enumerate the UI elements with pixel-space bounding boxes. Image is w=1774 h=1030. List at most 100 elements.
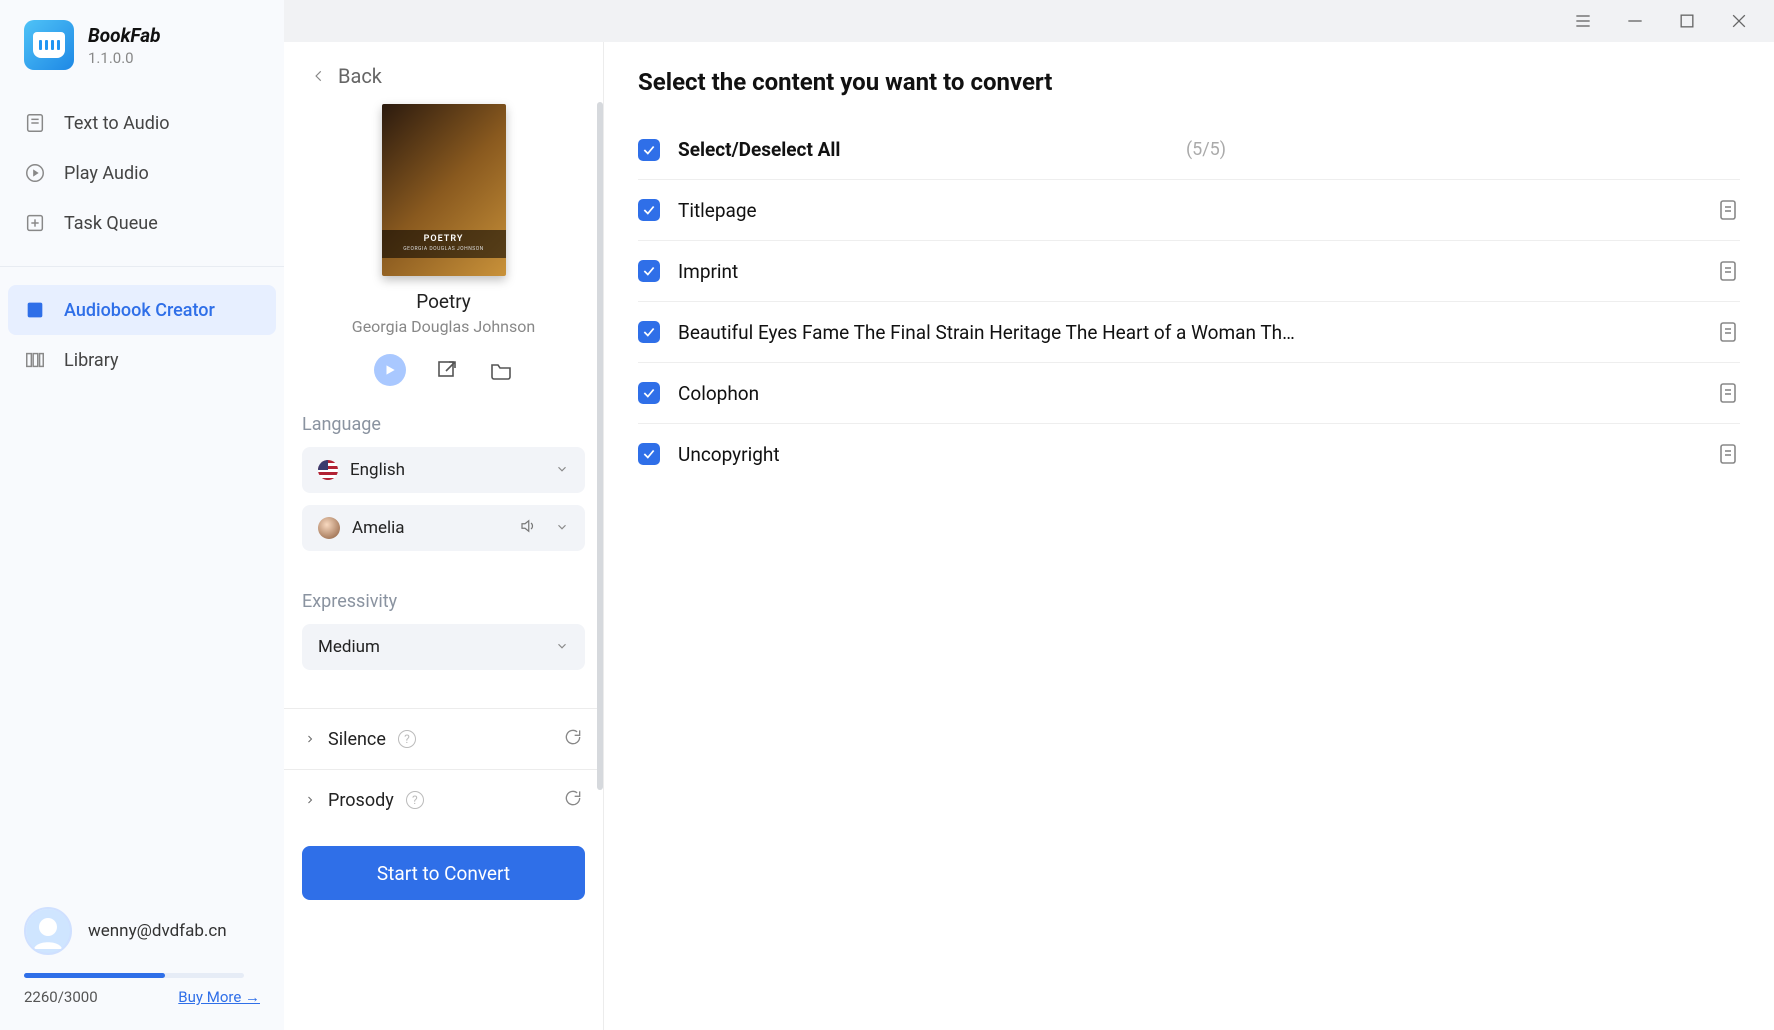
document-icon[interactable]: [1716, 198, 1740, 222]
close-icon[interactable]: [1726, 8, 1752, 34]
start-convert-button[interactable]: Start to Convert: [302, 846, 585, 900]
back-button[interactable]: Back: [284, 64, 603, 96]
nav-text-to-audio[interactable]: Text to Audio: [8, 98, 276, 148]
nav-audiobook-creator[interactable]: Audiobook Creator: [8, 285, 276, 335]
expressivity-value: Medium: [318, 637, 543, 657]
nav-library[interactable]: Library: [8, 335, 276, 385]
expressivity-label: Expressivity: [302, 591, 585, 612]
content-row[interactable]: Beautiful Eyes Fame The Final Strain Her…: [638, 302, 1740, 363]
nav-label: Play Audio: [64, 163, 149, 184]
chapter-label: Colophon: [678, 382, 1698, 405]
cover-text: POETRY: [384, 234, 504, 244]
content-row[interactable]: Titlepage: [638, 180, 1740, 241]
nav-task-queue[interactable]: Task Queue: [8, 198, 276, 248]
checkbox[interactable]: [638, 260, 660, 282]
titlebar: [284, 0, 1774, 42]
silence-label: Silence: [328, 729, 386, 750]
chevron-left-icon: [312, 69, 326, 83]
checkbox[interactable]: [638, 321, 660, 343]
checkbox-select-all[interactable]: [638, 139, 660, 161]
help-icon[interactable]: ?: [398, 730, 416, 748]
cover-subtext: GEORGIA DOUGLAS JOHNSON: [384, 246, 504, 252]
prosody-label: Prosody: [328, 790, 394, 811]
nav-list: Text to Audio Play Audio Task Queue: [0, 98, 284, 248]
voice-avatar-icon: [318, 517, 340, 539]
prosody-row[interactable]: Prosody ?: [284, 770, 603, 830]
nav-list-2: Audiobook Creator Library: [0, 285, 284, 385]
refresh-icon[interactable]: [563, 788, 583, 812]
book-author: Georgia Douglas Johnson: [352, 317, 535, 336]
content-row[interactable]: Imprint: [638, 241, 1740, 302]
select-count: (5/5): [1186, 139, 1226, 160]
app-version: 1.1.0.0: [88, 49, 160, 67]
buy-more-link[interactable]: Buy More →: [178, 988, 260, 1006]
content-row[interactable]: Uncopyright: [638, 424, 1740, 484]
chapter-label: Imprint: [678, 260, 1698, 283]
library-icon: [24, 349, 46, 371]
language-dropdown[interactable]: English: [302, 447, 585, 493]
content-row[interactable]: Colophon: [638, 363, 1740, 424]
advanced-options: Silence ? Prosody ?: [284, 708, 603, 830]
app-name: BookFab: [88, 24, 160, 47]
voice-value: Amelia: [352, 518, 507, 538]
document-icon: [24, 112, 46, 134]
voice-dropdown[interactable]: Amelia: [302, 505, 585, 551]
chevron-right-icon: [304, 730, 316, 749]
us-flag-icon: [318, 460, 338, 480]
menu-icon[interactable]: [1570, 8, 1596, 34]
settings-panel: Back POETRY GEORGIA DOUGLAS JOHNSON Poet…: [284, 42, 604, 1030]
preview-play-button[interactable]: [374, 354, 406, 386]
convert-label: Start to Convert: [377, 862, 510, 885]
expressivity-dropdown[interactable]: Medium: [302, 624, 585, 670]
document-icon[interactable]: [1716, 442, 1740, 466]
chevron-right-icon: [304, 791, 316, 810]
open-external-icon[interactable]: [434, 357, 460, 383]
main: Back POETRY GEORGIA DOUGLAS JOHNSON Poet…: [284, 0, 1774, 1030]
book-icon: [24, 299, 46, 321]
sidebar-bottom: wenny@dvdfab.cn 2260/3000 Buy More →: [0, 887, 284, 1030]
maximize-icon[interactable]: [1674, 8, 1700, 34]
book-cover: POETRY GEORGIA DOUGLAS JOHNSON: [382, 104, 506, 276]
chapter-label: Uncopyright: [678, 443, 1698, 466]
play-circle-icon: [24, 162, 46, 184]
app-logo-icon: [24, 20, 74, 70]
expressivity-section: Expressivity Medium: [284, 591, 603, 682]
refresh-icon[interactable]: [563, 727, 583, 751]
document-icon[interactable]: [1716, 259, 1740, 283]
help-icon[interactable]: ?: [406, 791, 424, 809]
select-all-row[interactable]: Select/Deselect All (5/5): [638, 120, 1740, 180]
nav-label: Audiobook Creator: [64, 300, 215, 321]
language-value: English: [350, 460, 543, 480]
logo-area: BookFab 1.1.0.0: [0, 0, 284, 98]
checkbox[interactable]: [638, 382, 660, 404]
document-icon[interactable]: [1716, 320, 1740, 344]
usage-text: 2260/3000: [24, 988, 98, 1006]
content: Back POETRY GEORGIA DOUGLAS JOHNSON Poet…: [284, 42, 1774, 1030]
chevron-down-icon: [555, 519, 569, 538]
queue-icon: [24, 212, 46, 234]
checkbox[interactable]: [638, 199, 660, 221]
select-all-label: Select/Deselect All: [678, 138, 1174, 161]
content-title: Select the content you want to convert: [638, 68, 1740, 96]
user-email: wenny@dvdfab.cn: [88, 921, 227, 941]
scrollbar[interactable]: [597, 102, 603, 790]
nav-label: Task Queue: [64, 213, 158, 234]
silence-row[interactable]: Silence ?: [284, 709, 603, 770]
nav-label: Text to Audio: [64, 113, 170, 134]
nav-label: Library: [64, 350, 119, 371]
document-icon[interactable]: [1716, 381, 1740, 405]
language-label: Language: [302, 414, 585, 435]
checkbox[interactable]: [638, 443, 660, 465]
book-title: Poetry: [416, 290, 471, 313]
speaker-icon[interactable]: [519, 517, 537, 539]
folder-icon[interactable]: [488, 357, 514, 383]
back-label: Back: [338, 64, 382, 88]
sidebar: BookFab 1.1.0.0 Text to Audio Play Audio…: [0, 0, 284, 1030]
avatar: [24, 907, 72, 955]
user-row[interactable]: wenny@dvdfab.cn: [24, 907, 260, 955]
minimize-icon[interactable]: [1622, 8, 1648, 34]
nav-play-audio[interactable]: Play Audio: [8, 148, 276, 198]
language-section: Language English Amelia: [284, 414, 603, 563]
chevron-down-icon: [555, 461, 569, 480]
content-list: Select the content you want to convert S…: [604, 42, 1774, 1030]
